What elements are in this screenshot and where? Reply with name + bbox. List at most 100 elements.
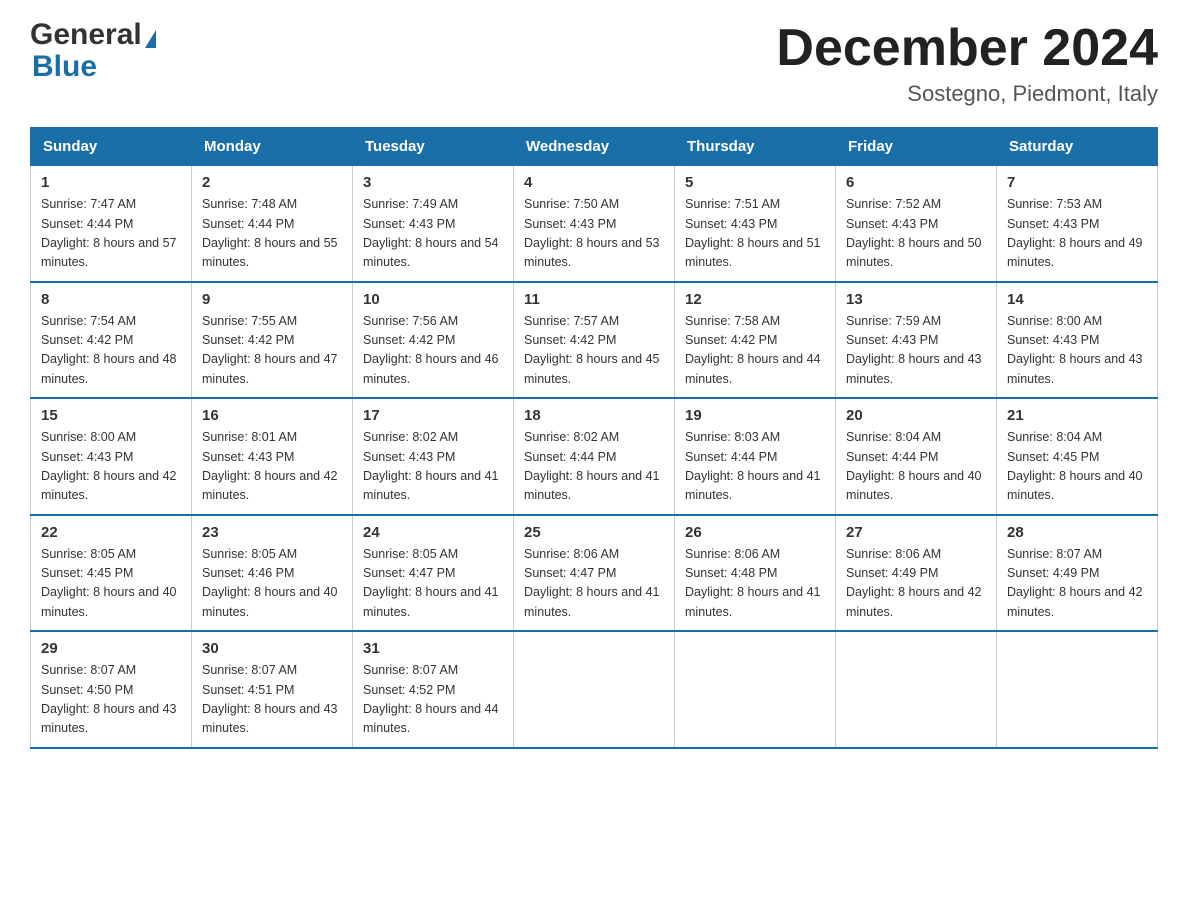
day-number: 25 [524,524,664,541]
title-area: December 2024 Sostegno, Piedmont, Italy [776,20,1158,107]
day-info: Sunrise: 8:01 AM Sunset: 4:43 PM Dayligh… [202,428,342,506]
calendar-cell: 18 Sunrise: 8:02 AM Sunset: 4:44 PM Dayl… [514,398,675,515]
day-info: Sunrise: 8:02 AM Sunset: 4:44 PM Dayligh… [524,428,664,506]
calendar-cell [675,631,836,748]
calendar-header-sunday: Sunday [31,128,192,166]
calendar-week-row: 22 Sunrise: 8:05 AM Sunset: 4:45 PM Dayl… [31,515,1158,632]
calendar-cell: 27 Sunrise: 8:06 AM Sunset: 4:49 PM Dayl… [836,515,997,632]
day-info: Sunrise: 7:49 AM Sunset: 4:43 PM Dayligh… [363,195,503,273]
day-number: 9 [202,291,342,308]
calendar-header-wednesday: Wednesday [514,128,675,166]
day-number: 28 [1007,524,1147,541]
calendar-week-row: 8 Sunrise: 7:54 AM Sunset: 4:42 PM Dayli… [31,282,1158,399]
calendar-cell: 22 Sunrise: 8:05 AM Sunset: 4:45 PM Dayl… [31,515,192,632]
day-number: 14 [1007,291,1147,308]
day-number: 24 [363,524,503,541]
calendar-cell: 20 Sunrise: 8:04 AM Sunset: 4:44 PM Dayl… [836,398,997,515]
day-number: 1 [41,174,181,191]
day-info: Sunrise: 7:57 AM Sunset: 4:42 PM Dayligh… [524,312,664,390]
calendar-header-row: SundayMondayTuesdayWednesdayThursdayFrid… [31,128,1158,166]
day-number: 19 [685,407,825,424]
day-number: 13 [846,291,986,308]
day-number: 18 [524,407,664,424]
calendar-cell: 6 Sunrise: 7:52 AM Sunset: 4:43 PM Dayli… [836,166,997,282]
day-info: Sunrise: 7:54 AM Sunset: 4:42 PM Dayligh… [41,312,181,390]
day-number: 27 [846,524,986,541]
day-info: Sunrise: 8:06 AM Sunset: 4:47 PM Dayligh… [524,545,664,623]
day-number: 3 [363,174,503,191]
day-number: 4 [524,174,664,191]
calendar-cell: 23 Sunrise: 8:05 AM Sunset: 4:46 PM Dayl… [192,515,353,632]
calendar-cell: 11 Sunrise: 7:57 AM Sunset: 4:42 PM Dayl… [514,282,675,399]
calendar-cell: 8 Sunrise: 7:54 AM Sunset: 4:42 PM Dayli… [31,282,192,399]
calendar-cell: 13 Sunrise: 7:59 AM Sunset: 4:43 PM Dayl… [836,282,997,399]
calendar-week-row: 1 Sunrise: 7:47 AM Sunset: 4:44 PM Dayli… [31,166,1158,282]
calendar-cell: 14 Sunrise: 8:00 AM Sunset: 4:43 PM Dayl… [997,282,1158,399]
day-info: Sunrise: 7:47 AM Sunset: 4:44 PM Dayligh… [41,195,181,273]
day-info: Sunrise: 8:07 AM Sunset: 4:52 PM Dayligh… [363,661,503,739]
calendar-header-thursday: Thursday [675,128,836,166]
calendar-table: SundayMondayTuesdayWednesdayThursdayFrid… [30,127,1158,749]
calendar-cell: 4 Sunrise: 7:50 AM Sunset: 4:43 PM Dayli… [514,166,675,282]
day-info: Sunrise: 8:02 AM Sunset: 4:43 PM Dayligh… [363,428,503,506]
day-info: Sunrise: 8:06 AM Sunset: 4:49 PM Dayligh… [846,545,986,623]
calendar-header-tuesday: Tuesday [353,128,514,166]
day-info: Sunrise: 7:52 AM Sunset: 4:43 PM Dayligh… [846,195,986,273]
day-info: Sunrise: 8:00 AM Sunset: 4:43 PM Dayligh… [1007,312,1147,390]
day-number: 5 [685,174,825,191]
calendar-cell [997,631,1158,748]
day-info: Sunrise: 8:05 AM Sunset: 4:45 PM Dayligh… [41,545,181,623]
calendar-cell: 16 Sunrise: 8:01 AM Sunset: 4:43 PM Dayl… [192,398,353,515]
day-number: 17 [363,407,503,424]
calendar-cell: 3 Sunrise: 7:49 AM Sunset: 4:43 PM Dayli… [353,166,514,282]
calendar-week-row: 15 Sunrise: 8:00 AM Sunset: 4:43 PM Dayl… [31,398,1158,515]
calendar-cell: 21 Sunrise: 8:04 AM Sunset: 4:45 PM Dayl… [997,398,1158,515]
day-info: Sunrise: 8:07 AM Sunset: 4:50 PM Dayligh… [41,661,181,739]
logo-blue-text: Blue [32,50,97,84]
day-info: Sunrise: 8:00 AM Sunset: 4:43 PM Dayligh… [41,428,181,506]
day-info: Sunrise: 7:58 AM Sunset: 4:42 PM Dayligh… [685,312,825,390]
day-info: Sunrise: 8:07 AM Sunset: 4:51 PM Dayligh… [202,661,342,739]
day-number: 7 [1007,174,1147,191]
calendar-cell [836,631,997,748]
day-info: Sunrise: 7:50 AM Sunset: 4:43 PM Dayligh… [524,195,664,273]
calendar-cell: 29 Sunrise: 8:07 AM Sunset: 4:50 PM Dayl… [31,631,192,748]
calendar-header-friday: Friday [836,128,997,166]
day-info: Sunrise: 8:03 AM Sunset: 4:44 PM Dayligh… [685,428,825,506]
day-info: Sunrise: 7:59 AM Sunset: 4:43 PM Dayligh… [846,312,986,390]
calendar-cell: 28 Sunrise: 8:07 AM Sunset: 4:49 PM Dayl… [997,515,1158,632]
day-number: 31 [363,640,503,657]
calendar-cell: 12 Sunrise: 7:58 AM Sunset: 4:42 PM Dayl… [675,282,836,399]
calendar-cell: 5 Sunrise: 7:51 AM Sunset: 4:43 PM Dayli… [675,166,836,282]
calendar-cell: 31 Sunrise: 8:07 AM Sunset: 4:52 PM Dayl… [353,631,514,748]
day-number: 10 [363,291,503,308]
day-number: 30 [202,640,342,657]
calendar-cell: 15 Sunrise: 8:00 AM Sunset: 4:43 PM Dayl… [31,398,192,515]
logo: General Blue [30,20,156,84]
day-info: Sunrise: 8:04 AM Sunset: 4:44 PM Dayligh… [846,428,986,506]
day-info: Sunrise: 8:05 AM Sunset: 4:46 PM Dayligh… [202,545,342,623]
day-number: 2 [202,174,342,191]
calendar-cell: 10 Sunrise: 7:56 AM Sunset: 4:42 PM Dayl… [353,282,514,399]
day-number: 20 [846,407,986,424]
day-number: 22 [41,524,181,541]
page-header: General Blue December 2024 Sostegno, Pie… [30,20,1158,107]
day-number: 8 [41,291,181,308]
calendar-cell: 9 Sunrise: 7:55 AM Sunset: 4:42 PM Dayli… [192,282,353,399]
day-info: Sunrise: 8:07 AM Sunset: 4:49 PM Dayligh… [1007,545,1147,623]
day-number: 6 [846,174,986,191]
calendar-cell: 26 Sunrise: 8:06 AM Sunset: 4:48 PM Dayl… [675,515,836,632]
calendar-week-row: 29 Sunrise: 8:07 AM Sunset: 4:50 PM Dayl… [31,631,1158,748]
calendar-cell: 25 Sunrise: 8:06 AM Sunset: 4:47 PM Dayl… [514,515,675,632]
day-number: 12 [685,291,825,308]
calendar-cell: 24 Sunrise: 8:05 AM Sunset: 4:47 PM Dayl… [353,515,514,632]
calendar-cell: 17 Sunrise: 8:02 AM Sunset: 4:43 PM Dayl… [353,398,514,515]
logo-general-text: General [30,20,142,50]
day-number: 21 [1007,407,1147,424]
day-number: 23 [202,524,342,541]
calendar-header-saturday: Saturday [997,128,1158,166]
calendar-cell: 1 Sunrise: 7:47 AM Sunset: 4:44 PM Dayli… [31,166,192,282]
calendar-cell: 2 Sunrise: 7:48 AM Sunset: 4:44 PM Dayli… [192,166,353,282]
calendar-cell: 7 Sunrise: 7:53 AM Sunset: 4:43 PM Dayli… [997,166,1158,282]
day-info: Sunrise: 7:56 AM Sunset: 4:42 PM Dayligh… [363,312,503,390]
